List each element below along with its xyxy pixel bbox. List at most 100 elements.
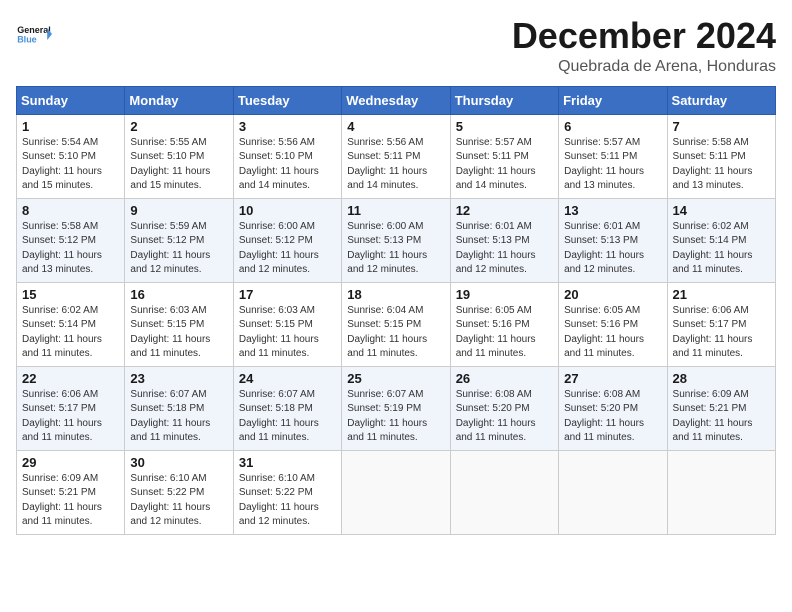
- day-number: 30: [130, 455, 227, 470]
- day-number: 19: [456, 287, 553, 302]
- day-number: 6: [564, 119, 661, 134]
- day-info: Sunrise: 6:04 AM Sunset: 5:15 PM Dayligh…: [347, 304, 444, 362]
- calendar-cell: 7 Sunrise: 5:58 AM Sunset: 5:11 PM Daylig…: [667, 114, 775, 198]
- svg-text:Blue: Blue: [17, 34, 37, 44]
- day-number: 20: [564, 287, 661, 302]
- day-info: Sunrise: 6:08 AM Sunset: 5:20 PM Dayligh…: [564, 388, 661, 446]
- calendar-cell: 8 Sunrise: 5:58 AM Sunset: 5:12 PM Daylig…: [17, 198, 125, 282]
- day-info: Sunrise: 5:56 AM Sunset: 5:10 PM Dayligh…: [239, 136, 336, 194]
- day-info: Sunrise: 6:09 AM Sunset: 5:21 PM Dayligh…: [673, 388, 770, 446]
- title-area: December 2024 Quebrada de Arena, Hondura…: [512, 16, 776, 76]
- day-number: 3: [239, 119, 336, 134]
- calendar-cell: 28 Sunrise: 6:09 AM Sunset: 5:21 PM Dayli…: [667, 366, 775, 450]
- calendar-cell: 11 Sunrise: 6:00 AM Sunset: 5:13 PM Dayli…: [342, 198, 450, 282]
- day-number: 7: [673, 119, 770, 134]
- day-info: Sunrise: 6:00 AM Sunset: 5:12 PM Dayligh…: [239, 220, 336, 278]
- day-number: 25: [347, 371, 444, 386]
- day-number: 31: [239, 455, 336, 470]
- calendar-cell: 23 Sunrise: 6:07 AM Sunset: 5:18 PM Dayli…: [125, 366, 233, 450]
- day-number: 15: [22, 287, 119, 302]
- day-number: 1: [22, 119, 119, 134]
- week-row-2: 8 Sunrise: 5:58 AM Sunset: 5:12 PM Daylig…: [17, 198, 776, 282]
- calendar-cell: 1 Sunrise: 5:54 AM Sunset: 5:10 PM Daylig…: [17, 114, 125, 198]
- col-header-saturday: Saturday: [667, 86, 775, 114]
- day-number: 26: [456, 371, 553, 386]
- day-info: Sunrise: 6:05 AM Sunset: 5:16 PM Dayligh…: [564, 304, 661, 362]
- calendar-cell: 31Sunrise: 6:10 AM Sunset: 5:22 PM Dayli…: [233, 450, 341, 534]
- calendar-cell: 12 Sunrise: 6:01 AM Sunset: 5:13 PM Dayli…: [450, 198, 558, 282]
- day-info: Sunrise: 6:03 AM Sunset: 5:15 PM Dayligh…: [239, 304, 336, 362]
- calendar-cell: 6 Sunrise: 5:57 AM Sunset: 5:11 PM Daylig…: [559, 114, 667, 198]
- col-header-monday: Monday: [125, 86, 233, 114]
- calendar-cell: 30 Sunrise: 6:10 AM Sunset: 5:22 PM Dayli…: [125, 450, 233, 534]
- header-row: SundayMondayTuesdayWednesdayThursdayFrid…: [17, 86, 776, 114]
- calendar-cell: [342, 450, 450, 534]
- day-info: Sunrise: 6:06 AM Sunset: 5:17 PM Dayligh…: [22, 388, 119, 446]
- col-header-wednesday: Wednesday: [342, 86, 450, 114]
- day-info: Sunrise: 6:07 AM Sunset: 5:19 PM Dayligh…: [347, 388, 444, 446]
- calendar-cell: 18 Sunrise: 6:04 AM Sunset: 5:15 PM Dayli…: [342, 282, 450, 366]
- calendar-cell: 9Sunrise: 5:59 AM Sunset: 5:12 PM Daylig…: [125, 198, 233, 282]
- logo: General Blue: [16, 16, 52, 52]
- calendar-cell: 16 Sunrise: 6:03 AM Sunset: 5:15 PM Dayli…: [125, 282, 233, 366]
- day-number: 10: [239, 203, 336, 218]
- calendar-cell: 24Sunrise: 6:07 AM Sunset: 5:18 PM Dayli…: [233, 366, 341, 450]
- location-subtitle: Quebrada de Arena, Honduras: [512, 58, 776, 76]
- calendar-cell: 4Sunrise: 5:56 AM Sunset: 5:11 PM Daylig…: [342, 114, 450, 198]
- day-info: Sunrise: 6:00 AM Sunset: 5:13 PM Dayligh…: [347, 220, 444, 278]
- calendar-cell: 25 Sunrise: 6:07 AM Sunset: 5:19 PM Dayli…: [342, 366, 450, 450]
- calendar-cell: [559, 450, 667, 534]
- day-number: 22: [22, 371, 119, 386]
- calendar-cell: 21Sunrise: 6:06 AM Sunset: 5:17 PM Dayli…: [667, 282, 775, 366]
- day-number: 28: [673, 371, 770, 386]
- day-info: Sunrise: 5:54 AM Sunset: 5:10 PM Dayligh…: [22, 136, 119, 194]
- calendar-cell: 19 Sunrise: 6:05 AM Sunset: 5:16 PM Dayli…: [450, 282, 558, 366]
- day-info: Sunrise: 6:03 AM Sunset: 5:15 PM Dayligh…: [130, 304, 227, 362]
- day-info: Sunrise: 6:01 AM Sunset: 5:13 PM Dayligh…: [564, 220, 661, 278]
- day-info: Sunrise: 5:58 AM Sunset: 5:11 PM Dayligh…: [673, 136, 770, 194]
- day-info: Sunrise: 6:06 AM Sunset: 5:17 PM Dayligh…: [673, 304, 770, 362]
- day-number: 14: [673, 203, 770, 218]
- day-number: 5: [456, 119, 553, 134]
- day-info: Sunrise: 5:57 AM Sunset: 5:11 PM Dayligh…: [564, 136, 661, 194]
- calendar-cell: 10 Sunrise: 6:00 AM Sunset: 5:12 PM Dayli…: [233, 198, 341, 282]
- day-number: 18: [347, 287, 444, 302]
- col-header-tuesday: Tuesday: [233, 86, 341, 114]
- day-number: 29: [22, 455, 119, 470]
- month-title: December 2024: [512, 16, 776, 56]
- week-row-4: 22 Sunrise: 6:06 AM Sunset: 5:17 PM Dayli…: [17, 366, 776, 450]
- calendar-cell: 26Sunrise: 6:08 AM Sunset: 5:20 PM Dayli…: [450, 366, 558, 450]
- week-row-3: 15 Sunrise: 6:02 AM Sunset: 5:14 PM Dayli…: [17, 282, 776, 366]
- day-info: Sunrise: 6:07 AM Sunset: 5:18 PM Dayligh…: [239, 388, 336, 446]
- day-number: 16: [130, 287, 227, 302]
- calendar-cell: 17Sunrise: 6:03 AM Sunset: 5:15 PM Dayli…: [233, 282, 341, 366]
- day-info: Sunrise: 5:57 AM Sunset: 5:11 PM Dayligh…: [456, 136, 553, 194]
- calendar-cell: 14 Sunrise: 6:02 AM Sunset: 5:14 PM Dayli…: [667, 198, 775, 282]
- day-number: 4: [347, 119, 444, 134]
- calendar-cell: 20 Sunrise: 6:05 AM Sunset: 5:16 PM Dayli…: [559, 282, 667, 366]
- day-info: Sunrise: 6:09 AM Sunset: 5:21 PM Dayligh…: [22, 472, 119, 530]
- day-number: 11: [347, 203, 444, 218]
- calendar-cell: 29 Sunrise: 6:09 AM Sunset: 5:21 PM Dayli…: [17, 450, 125, 534]
- day-number: 12: [456, 203, 553, 218]
- calendar-cell: [450, 450, 558, 534]
- calendar-cell: 3 Sunrise: 5:56 AM Sunset: 5:10 PM Daylig…: [233, 114, 341, 198]
- day-info: Sunrise: 6:01 AM Sunset: 5:13 PM Dayligh…: [456, 220, 553, 278]
- day-info: Sunrise: 6:05 AM Sunset: 5:16 PM Dayligh…: [456, 304, 553, 362]
- day-info: Sunrise: 6:10 AM Sunset: 5:22 PM Dayligh…: [130, 472, 227, 530]
- calendar-cell: 15 Sunrise: 6:02 AM Sunset: 5:14 PM Dayli…: [17, 282, 125, 366]
- day-info: Sunrise: 6:07 AM Sunset: 5:18 PM Dayligh…: [130, 388, 227, 446]
- calendar-cell: 22 Sunrise: 6:06 AM Sunset: 5:17 PM Dayli…: [17, 366, 125, 450]
- day-number: 23: [130, 371, 227, 386]
- day-number: 2: [130, 119, 227, 134]
- col-header-thursday: Thursday: [450, 86, 558, 114]
- day-number: 27: [564, 371, 661, 386]
- day-info: Sunrise: 6:02 AM Sunset: 5:14 PM Dayligh…: [673, 220, 770, 278]
- col-header-sunday: Sunday: [17, 86, 125, 114]
- calendar-cell: 5 Sunrise: 5:57 AM Sunset: 5:11 PM Daylig…: [450, 114, 558, 198]
- week-row-1: 1 Sunrise: 5:54 AM Sunset: 5:10 PM Daylig…: [17, 114, 776, 198]
- day-info: Sunrise: 5:58 AM Sunset: 5:12 PM Dayligh…: [22, 220, 119, 278]
- day-number: 8: [22, 203, 119, 218]
- day-info: Sunrise: 5:59 AM Sunset: 5:12 PM Dayligh…: [130, 220, 227, 278]
- day-info: Sunrise: 6:02 AM Sunset: 5:14 PM Dayligh…: [22, 304, 119, 362]
